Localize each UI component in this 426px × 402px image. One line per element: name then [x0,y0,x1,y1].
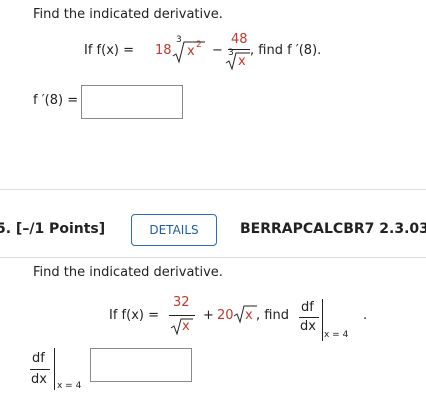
q2-find-text: , find [256,308,289,323]
q2-eval-bar [322,299,323,341]
q2-answer-deriv-den: dx [31,372,47,387]
q1-den-index: 3 [228,48,234,58]
q1-frac-num: 48 [231,32,248,47]
section-divider-bottom [0,257,426,258]
q1-den-radicand: x [238,54,246,69]
q2-deriv-bar [299,317,319,318]
q1-answer-label: f ′(8) = [33,93,79,108]
q2-plus: + [203,308,214,323]
q2-eval-at: x = 4 [324,330,349,340]
q2-answer-field[interactable] [90,348,192,382]
q1-if-text: If f(x) = [84,43,134,58]
q1-cube-index: 3 [176,35,182,45]
q1-instruction: Find the indicated derivative. [33,7,223,22]
section-divider-top [0,189,426,190]
q1-radicand: x [187,44,195,59]
q1-answer-input[interactable] [82,86,182,118]
q1-coef: 18 [155,43,172,58]
q2-if-text: If f(x) = [109,308,159,323]
details-button[interactable]: DETAILS [131,214,217,246]
problem-code: BERRAPCALCBR7 2.3.037 [240,221,426,237]
q1-minus: − [212,43,223,58]
q2-answer-eval-bar [54,348,55,390]
q2-radicand: x [245,308,253,323]
q2-answer-eval-at: x = 4 [57,381,82,391]
q2-deriv-num: df [301,300,314,315]
q2-answer-deriv-num: df [32,351,45,366]
q2-frac-num: 32 [173,295,190,310]
q2-period: . [363,308,368,323]
q2-frac-den: x [169,316,197,338]
q2-den-radicand: x [182,319,190,334]
q2-deriv-den: dx [300,319,316,334]
q2-answer-input[interactable] [91,349,191,381]
q2-coef: 20 [217,308,234,323]
q2-prompt: If f(x) = 32 x + 20 x , find df dx x = 4… [109,293,426,343]
q1-radicand-exp: 2 [196,40,202,50]
q1-radical: 3 x 2 [171,35,205,65]
q1-find-text: , find f ′(8). [250,43,322,58]
q2-answer-deriv-bar [30,369,50,370]
q1-answer-field[interactable] [81,85,183,119]
q2-number-points: 5. [–/1 Points] [0,221,106,237]
q2-instruction: Find the indicated derivative. [33,265,223,280]
